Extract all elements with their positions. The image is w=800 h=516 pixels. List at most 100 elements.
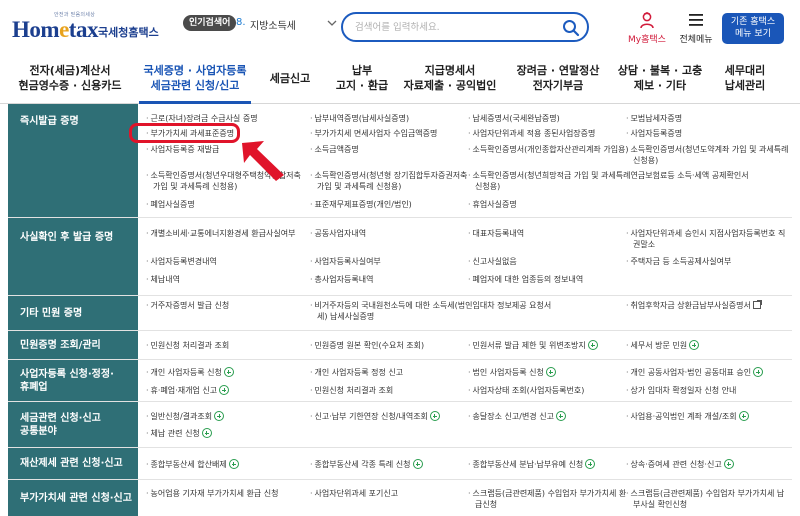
menu-link[interactable]: 송달장소 신고/변경 신고 (468, 411, 566, 422)
menu-link[interactable]: 개별소비세·교통에너지환경세 환급사실여부 (146, 228, 296, 239)
search-icon[interactable] (561, 18, 581, 38)
old-hometax-menu-button[interactable]: 기존 홈택스 메뉴 보기 (722, 13, 784, 44)
plus-circle-icon[interactable] (201, 428, 212, 438)
menu-link[interactable]: 사업자등록변경내역 (146, 256, 217, 267)
plus-circle-icon[interactable] (723, 459, 734, 469)
menu-link[interactable]: 사업자단위과세 적용 종된사업장증명 (468, 128, 596, 139)
nav-tab-tax-return[interactable]: 세금신고 (262, 71, 318, 86)
plus-circle-icon[interactable] (555, 411, 566, 421)
menu-link[interactable]: 모범납세자증명 (626, 113, 683, 124)
menu-link[interactable]: 소득확인증명서(청년희망적금 가입 및 과세특례 (468, 170, 631, 181)
nav-tab-tax-certificate[interactable]: 국세증명 · 사업자등록 세금관련 신청/신고 (139, 63, 251, 93)
nav-tab-incentive[interactable]: 장려금 · 연말정산 전자기부금 (508, 63, 608, 93)
plus-circle-icon[interactable] (585, 459, 596, 469)
menu-link[interactable]: 주택자금 등 소득공제사실여부 (626, 256, 732, 267)
menu-link-cont[interactable]: 권말소 (633, 239, 655, 250)
menu-link-cont[interactable]: 부사실 확인신청 (633, 499, 687, 510)
nav-tab-e-invoice[interactable]: 전자(세금)계산서 현금영수증 · 신용카드 (14, 63, 126, 93)
menu-link[interactable]: 사업자단위과세 포기신고 (310, 488, 399, 499)
menu-link[interactable]: 상가 임대차 확정일자 신청 안내 (626, 385, 737, 396)
menu-link[interactable]: 신고사실없음 (468, 256, 517, 267)
menu-link-cont[interactable]: 급신청 (475, 499, 497, 510)
plus-circle-icon[interactable] (228, 459, 239, 469)
menu-link-cont[interactable]: 신청용) (475, 181, 500, 192)
plus-circle-icon[interactable] (587, 340, 598, 350)
my-hometax-label: My홈택스 (628, 35, 666, 45)
menu-link[interactable]: 공동사업자내역 (310, 228, 367, 239)
menu-link[interactable]: 폐업자에 대한 업종등의 정보내역 (468, 274, 584, 285)
menu-link[interactable]: 표준재무제표증명(개인/법인) (310, 199, 412, 210)
menu-link[interactable]: 종합부동산세 합산배제 (146, 459, 239, 470)
menu-link[interactable]: 사업자등록사실여부 (310, 256, 381, 267)
plus-circle-icon[interactable] (223, 367, 234, 377)
row-category: 기타 민원 증명 (8, 296, 138, 330)
menu-link[interactable]: 비거주자등의 국내원천소득에 대한 소득세(법인 (310, 300, 473, 311)
menu-link[interactable]: 연금보험료등 소득·세액 공제확인서 (626, 170, 749, 181)
menu-link[interactable]: 체납 관련 신청 (146, 428, 212, 439)
menu-link[interactable]: 소득금액증명 (310, 144, 359, 155)
menu-link[interactable]: 부가가치세 면세사업자 수입금액증명 (310, 128, 438, 139)
search-input[interactable] (355, 18, 555, 36)
plus-circle-icon[interactable] (219, 385, 230, 395)
menu-link[interactable]: 개인 사업자등록 정정 신고 (310, 367, 404, 378)
plus-circle-icon[interactable] (689, 340, 700, 350)
menu-link[interactable]: 대표자등록내역 (468, 228, 525, 239)
menu-link-cont[interactable]: 신청용) (633, 155, 658, 166)
menu-link[interactable]: 법인 사업자등록 신청 (468, 367, 556, 378)
plus-circle-icon[interactable] (753, 367, 764, 377)
popular-search-term[interactable]: 지방소득세 (250, 17, 296, 32)
menu-link[interactable]: 민원신청 처리결과 조회 (310, 385, 394, 396)
plus-circle-icon[interactable] (545, 367, 556, 377)
table-row: 사업자등록 신청·정정·휴폐업 개인 사업자등록 신청 개인 사업자등록 정정 … (8, 360, 792, 402)
menu-link[interactable]: 소득확인증명서(청년도약계좌 가입 및 과세특례 (626, 144, 789, 155)
menu-link-cont[interactable]: 가입 및 과세특례 신청용) (153, 181, 237, 192)
menu-link[interactable]: 납부내역증명(납세사실증명) (310, 113, 410, 124)
menu-link[interactable]: 신고·납부 기한연장 신청/내역조회 (310, 411, 440, 422)
menu-link[interactable]: 납세증명서(국세완납증명) (468, 113, 560, 124)
menu-link-cont[interactable]: 가입 및 과세특례 신청용) (317, 181, 401, 192)
menu-link[interactable]: 민원증명 원본 확인(수요처 조회) (310, 340, 425, 351)
highlight-box (129, 123, 240, 143)
menu-link[interactable]: 종합부동산세 각종 특례 신청 (310, 459, 423, 470)
all-menu-button[interactable]: 전체메뉴 (674, 12, 718, 46)
menu-link[interactable]: 소득확인증명서(개인종합자산관리계좌 가입용) (468, 144, 629, 155)
menu-link[interactable]: 세무서 방문 민원 (626, 340, 700, 351)
plus-circle-icon[interactable] (738, 411, 749, 421)
menu-link[interactable]: 민원신청 처리결과 조회 (146, 340, 230, 351)
plus-circle-icon[interactable] (429, 411, 440, 421)
nav-tab-tax-agent[interactable]: 세무대리 납세관리 (712, 63, 778, 93)
plus-circle-icon[interactable] (412, 459, 423, 469)
menu-link[interactable]: 거주자증명서 발급 신청 (146, 300, 230, 311)
menu-link[interactable]: 스크랩등(금관련제품) 수입업자 부가가치세 환 (468, 488, 627, 499)
nav-tab-consultation[interactable]: 상담 · 불복 · 고충 제보 · 기타 (614, 63, 706, 93)
menu-link[interactable]: 일반신청/결과조회 (146, 411, 225, 422)
menu-link[interactable]: 개인 공동사업자·법인 공동대표 승인 (626, 367, 764, 378)
menu-link[interactable]: 휴·폐업·재개업 신고 (146, 385, 230, 396)
menu-link[interactable]: 취업후학자금 상환금납부사실증명서 (626, 300, 762, 311)
menu-link[interactable]: 체납내역 (146, 274, 180, 285)
menu-link[interactable]: 소득확인증명서(청년형 장기집합투자증권저축 (310, 170, 468, 181)
hometax-logo[interactable]: 안전과 믿음의세상 Hometax 국세청홈택스 (12, 10, 162, 46)
menu-link[interactable]: 종합부동산세 분납·납부유예 신청 (468, 459, 596, 470)
menu-link[interactable]: 총사업자등록내역 (310, 274, 374, 285)
menu-link[interactable]: 사업자단위과세 승인시 지점사업자등록번호 직 (626, 228, 786, 239)
menu-link[interactable]: 스크랩등(금관련제품) 수입업자 부가가치세 납 (626, 488, 785, 499)
menu-link[interactable]: 사업자등록증 재발급 (146, 144, 220, 155)
menu-link[interactable]: 개인 사업자등록 신청 (146, 367, 234, 378)
my-hometax-button[interactable]: My홈택스 (624, 12, 670, 46)
menu-link[interactable]: 임대차 정보제공 요청서 (468, 300, 552, 311)
chevron-down-icon[interactable] (326, 17, 338, 29)
menu-link[interactable]: 휴업사실증명 (468, 199, 517, 210)
menu-link[interactable]: 사업자상태 조회(사업자등록번호) (468, 385, 585, 396)
nav-tab-payment-statement[interactable]: 지급명세서 자료제출 · 공익법인 (398, 63, 502, 93)
menu-link-cont[interactable]: 세) 납세사실증명 (317, 311, 374, 322)
menu-link[interactable]: 사업용·공익법인 계좌 개설/조회 (626, 411, 749, 422)
nav-tab-payment[interactable]: 납부 고지 · 환급 (332, 63, 392, 93)
menu-link[interactable]: 사업자등록증명 (626, 128, 683, 139)
menu-link[interactable]: 민원서류 발급 제한 및 위변조방지 (468, 340, 598, 351)
plus-circle-icon[interactable] (214, 411, 225, 421)
menu-link[interactable]: 폐업사실증명 (146, 199, 195, 210)
row-category: 부가가치세 관련 신청·신고 (8, 480, 138, 516)
menu-link[interactable]: 상속·증여세 관련 신청·신고 (626, 459, 734, 470)
menu-link[interactable]: 농어업용 기자재 부가가치세 환급 신청 (146, 488, 279, 499)
